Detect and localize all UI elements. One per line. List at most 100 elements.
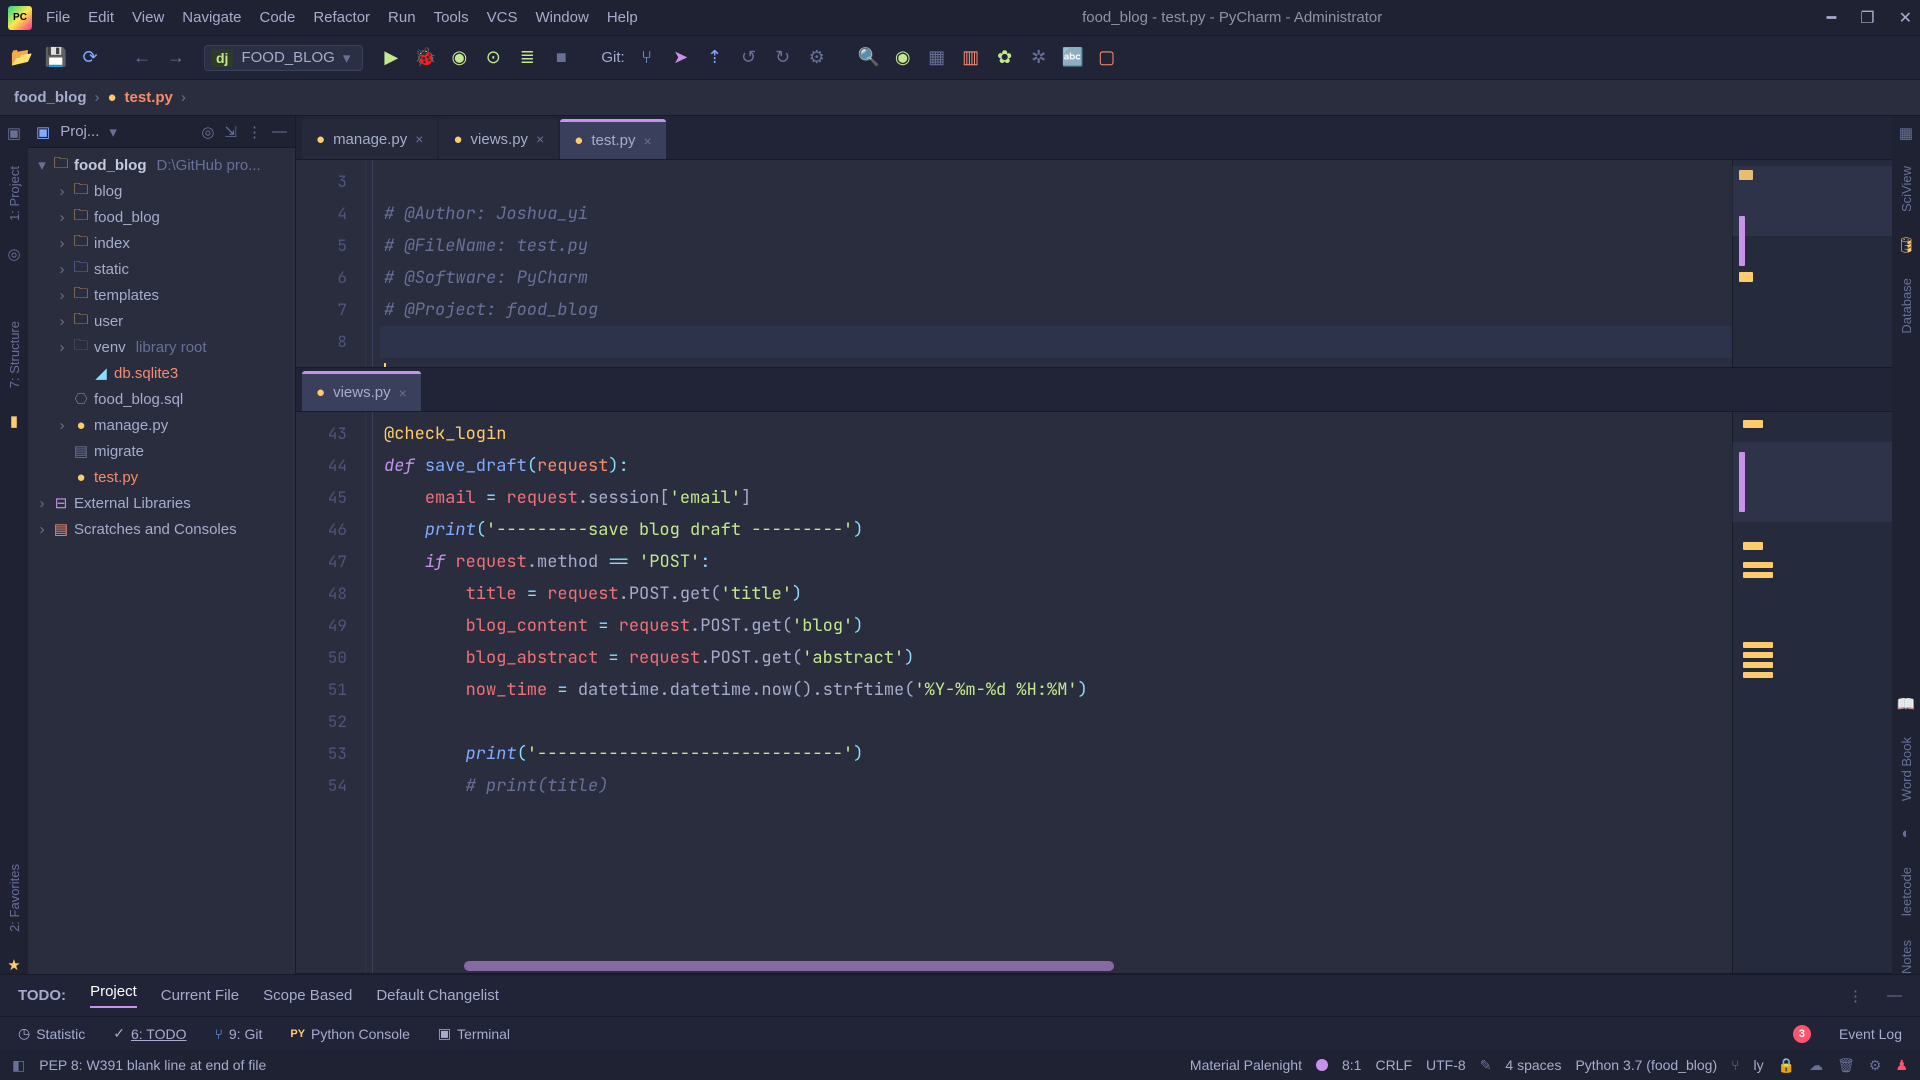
- ide-icon-5[interactable]: ▢: [1095, 46, 1119, 70]
- save-icon[interactable]: 💾: [44, 46, 68, 70]
- menu-file[interactable]: File: [46, 9, 70, 26]
- tool-notes[interactable]: Notes: [1899, 940, 1914, 974]
- ide-icon-1[interactable]: ◉: [891, 46, 915, 70]
- close-icon[interactable]: ✕: [1899, 8, 1912, 28]
- forward-icon[interactable]: →: [164, 46, 188, 70]
- tree-folder-foodblog[interactable]: ›🗀food_blog: [28, 204, 295, 230]
- tree-folder-venv[interactable]: ›🗀venvlibrary root: [28, 334, 295, 360]
- tree-folder-blog[interactable]: ›🗀blog: [28, 178, 295, 204]
- branch-icon[interactable]: ⑂: [1731, 1057, 1739, 1073]
- search-icon[interactable]: 🔍: [857, 46, 881, 70]
- minimap-bottom[interactable]: [1732, 412, 1892, 973]
- man-icon[interactable]: ♟: [1895, 1057, 1908, 1074]
- coverage-icon[interactable]: ◉: [447, 46, 471, 70]
- menu-code[interactable]: Code: [259, 9, 295, 26]
- editor-body-bottom[interactable]: 434445464748495051525354 @check_login de…: [296, 412, 1892, 973]
- tool-structure[interactable]: 7: Structure: [7, 321, 22, 388]
- tree-file-db[interactable]: ◢db.sqlite3: [28, 360, 295, 386]
- push-icon[interactable]: ➤: [669, 46, 693, 70]
- tab-views-bottom[interactable]: ●views.py×: [302, 371, 421, 411]
- rollback-icon[interactable]: ↻: [771, 46, 795, 70]
- hide-icon[interactable]: —: [1887, 987, 1902, 1004]
- profile-icon[interactable]: ⊙: [481, 46, 505, 70]
- tree-folder-static[interactable]: ›🗀static: [28, 256, 295, 282]
- tree-folder-index[interactable]: ›🗀index: [28, 230, 295, 256]
- menu-window[interactable]: Window: [535, 9, 588, 26]
- stop-icon[interactable]: ■: [549, 46, 573, 70]
- status-branch[interactable]: ly: [1754, 1057, 1764, 1073]
- hide-icon[interactable]: —: [272, 123, 287, 140]
- code-content-bottom[interactable]: @check_login def save_draft(request): em…: [380, 412, 1732, 973]
- menu-refactor[interactable]: Refactor: [313, 9, 370, 26]
- menu-navigate[interactable]: Navigate: [182, 9, 241, 26]
- reload-icon[interactable]: ⟳: [78, 46, 102, 70]
- crumb-project[interactable]: food_blog: [14, 89, 86, 106]
- status-position[interactable]: 8:1: [1342, 1057, 1361, 1073]
- tree-file-migrate[interactable]: ▤migrate: [28, 438, 295, 464]
- todo-tab-project[interactable]: Project: [90, 983, 137, 1008]
- menu-vcs[interactable]: VCS: [487, 9, 518, 26]
- tool-todo[interactable]: ✓6: TODO: [113, 1025, 186, 1042]
- tab-test[interactable]: ●test.py×: [560, 119, 665, 159]
- more-icon[interactable]: ⋮: [1848, 987, 1863, 1005]
- menu-help[interactable]: Help: [607, 9, 638, 26]
- tool-python-console[interactable]: PYPython Console: [290, 1026, 410, 1042]
- editor-body-top[interactable]: 345678 # @Author: Joshua_yi # @FileName:…: [296, 160, 1892, 367]
- todo-tab-changelist[interactable]: Default Changelist: [376, 987, 499, 1004]
- chevron-down-icon[interactable]: ▾: [109, 123, 117, 141]
- status-sdk[interactable]: Python 3.7 (food_blog): [1575, 1057, 1717, 1073]
- tree-scratches[interactable]: ›▤Scratches and Consoles: [28, 516, 295, 542]
- collapse-icon[interactable]: ⇲: [224, 123, 237, 141]
- run-icon[interactable]: ▶: [379, 46, 403, 70]
- tree-file-sql[interactable]: ⎔food_blog.sql: [28, 386, 295, 412]
- tree-external-libs[interactable]: ›⊟External Libraries: [28, 490, 295, 516]
- star-icon[interactable]: ★: [5, 956, 23, 974]
- tool-sciview[interactable]: SciView: [1899, 166, 1914, 212]
- run-config-selector[interactable]: dj FOOD_BLOG ▾: [204, 45, 363, 71]
- tab-manage[interactable]: ●manage.py×: [302, 119, 437, 159]
- status-indent[interactable]: 4 spaces: [1505, 1057, 1561, 1073]
- tool-leetcode[interactable]: leetcode: [1899, 867, 1914, 916]
- status-theme[interactable]: Material Palenight: [1190, 1057, 1302, 1073]
- tree-folder-user[interactable]: ›🗀user: [28, 308, 295, 334]
- tool-database[interactable]: Database: [1899, 278, 1914, 334]
- write-mode-icon[interactable]: ✎: [1480, 1057, 1492, 1074]
- tree-root[interactable]: ▾🗀 food_blog D:\GitHub pro...: [28, 152, 295, 178]
- close-tab-icon[interactable]: ×: [399, 385, 407, 401]
- status-encoding[interactable]: UTF-8: [1426, 1057, 1466, 1073]
- maximize-icon[interactable]: ❐: [1860, 8, 1874, 28]
- minimap-top[interactable]: [1732, 160, 1892, 367]
- target-icon[interactable]: ◎: [201, 123, 214, 141]
- branch-icon[interactable]: ⑂: [635, 46, 659, 70]
- todo-tab-current[interactable]: Current File: [161, 987, 239, 1004]
- ide-icon-2[interactable]: ▦: [925, 46, 949, 70]
- trash-icon[interactable]: 🗑: [1837, 1057, 1855, 1074]
- menu-view[interactable]: View: [132, 9, 164, 26]
- more-icon[interactable]: ⋮: [247, 123, 262, 141]
- target-icon[interactable]: ◎: [5, 245, 23, 263]
- lock-icon[interactable]: 🔒: [1778, 1057, 1795, 1074]
- code-content-top[interactable]: # @Author: Joshua_yi # @FileName: test.p…: [380, 160, 1732, 367]
- todo-tab-scope[interactable]: Scope Based: [263, 987, 352, 1004]
- close-tab-icon[interactable]: ×: [536, 131, 544, 147]
- leetcode-icon[interactable]: ◐: [1897, 825, 1915, 843]
- menu-tools[interactable]: Tools: [434, 9, 469, 26]
- gear-icon[interactable]: ⚙: [1869, 1057, 1882, 1074]
- tab-views[interactable]: ●views.py×: [439, 119, 558, 159]
- settings-icon[interactable]: ⚙: [805, 46, 829, 70]
- layers-icon[interactable]: ◧: [12, 1057, 25, 1074]
- open-icon[interactable]: 📂: [10, 46, 34, 70]
- tree-file-manage[interactable]: ›●manage.py: [28, 412, 295, 438]
- ide-icon-4[interactable]: ✲: [1027, 46, 1051, 70]
- crumb-file[interactable]: test.py: [125, 89, 173, 106]
- back-icon[interactable]: ←: [130, 46, 154, 70]
- minimize-icon[interactable]: ━: [1827, 8, 1837, 28]
- horizontal-scrollbar[interactable]: [464, 961, 1114, 971]
- tool-favorites[interactable]: 2: Favorites: [7, 864, 22, 932]
- debug-icon[interactable]: 🐞: [413, 46, 437, 70]
- cloud-icon[interactable]: ☁: [1809, 1057, 1823, 1074]
- tool-project[interactable]: 1: Project: [7, 166, 22, 221]
- ide-icon-3[interactable]: ▥: [959, 46, 983, 70]
- wordbook-icon[interactable]: 📖: [1897, 695, 1915, 713]
- tool-git[interactable]: ⑂9: Git: [214, 1026, 262, 1042]
